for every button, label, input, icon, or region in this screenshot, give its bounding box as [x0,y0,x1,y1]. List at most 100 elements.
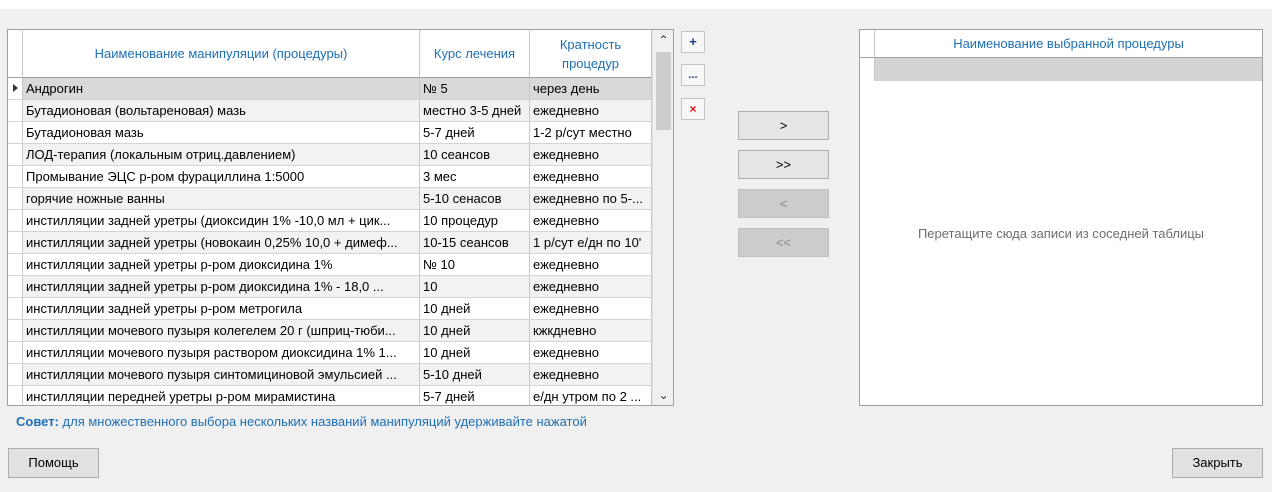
row-header[interactable] [8,386,23,405]
help-button[interactable]: Помощь [8,448,99,478]
row-header[interactable] [8,320,23,341]
table-row[interactable]: инстилляции мочевого пузыря колегелем 20… [8,320,652,342]
cell-frequency[interactable]: е/дн утром по 2 ... [530,386,652,405]
cell-name[interactable]: инстилляции задней уретры р-ром диоксиди… [23,254,420,275]
new-row-placeholder[interactable] [875,58,1262,81]
cell-name[interactable]: инстилляции задней уретры р-ром диоксиди… [23,276,420,297]
cell-name[interactable]: ЛОД-терапия (локальным отриц.давлением) [23,144,420,165]
table-row[interactable]: инстилляции задней уретры р-ром диоксиди… [8,276,652,298]
table-row[interactable]: инстилляции задней уретры (новокаин 0,25… [8,232,652,254]
cell-course[interactable]: 10 процедур [420,210,530,231]
row-header[interactable] [8,232,23,253]
cell-course[interactable]: местно 3-5 дней [420,100,530,121]
cell-frequency[interactable]: ежедневно [530,144,652,165]
scroll-up-icon[interactable]: ⌃ [653,30,673,50]
cell-course[interactable]: № 5 [420,78,530,99]
cell-course[interactable]: 10 [420,276,530,297]
cell-frequency[interactable]: через день [530,78,652,99]
tip-text: Совет: для множественного выбора несколь… [16,414,587,429]
cell-course[interactable]: 10 дней [420,298,530,319]
cell-course[interactable]: 5-7 дней [420,122,530,143]
table-row[interactable]: Бутадионовая мазь 5-7 дней 1-2 р/сут местн… [8,122,652,144]
cell-frequency[interactable]: ежедневно [530,298,652,319]
cell-name[interactable]: Промывание ЭЦС р-ром фурациллина 1:5000 [23,166,420,187]
cell-course[interactable]: 3 мес [420,166,530,187]
cell-course[interactable]: 10-15 сеансов [420,232,530,253]
row-header[interactable] [8,254,23,275]
cell-course[interactable]: 10 дней [420,342,530,363]
cell-name[interactable]: Андрогин [23,78,420,99]
row-header[interactable] [8,276,23,297]
delete-icon[interactable]: × [681,98,705,120]
cell-frequency[interactable]: ежедневно [530,210,652,231]
table-row[interactable]: ЛОД-терапия (локальным отриц.давлением) 1… [8,144,652,166]
selected-procedures-grid[interactable]: Наименование выбранной процедуры Перетащ… [859,29,1263,406]
column-header-course[interactable]: Курс лечения [420,30,530,78]
cell-course[interactable]: 5-10 дней [420,364,530,385]
column-header-selected-name[interactable]: Наименование выбранной процедуры [875,30,1262,58]
row-header[interactable] [8,122,23,143]
close-button[interactable]: Закрыть [1172,448,1263,478]
cell-name[interactable]: инстилляции задней уретры (диоксидин 1% … [23,210,420,231]
row-header[interactable] [8,210,23,231]
cell-name[interactable]: инстилляции передней уретры р-ром мирами… [23,386,420,405]
cell-name[interactable]: Бутадионовая мазь [23,122,420,143]
table-row[interactable]: Бутадионовая (вольтареновая) мазь местно … [8,100,652,122]
move-left-button[interactable]: < [738,189,829,218]
cell-frequency[interactable]: ежедневно [530,342,652,363]
scroll-thumb[interactable] [656,52,671,130]
table-row[interactable]: горячие ножные ванны 5-10 сенасов ежедневн… [8,188,652,210]
cell-course[interactable]: 10 дней [420,320,530,341]
cell-name[interactable]: инстилляции мочевого пузыря синтомицинов… [23,364,420,385]
table-row[interactable]: Промывание ЭЦС р-ром фурациллина 1:5000 3… [8,166,652,188]
table-row[interactable]: Андрогин № 5 через день [8,78,652,100]
table-row[interactable]: инстилляции задней уретры р-ром диоксиди… [8,254,652,276]
table-row[interactable]: инстилляции передней уретры р-ром мирами… [8,386,652,405]
row-header[interactable] [8,144,23,165]
cell-name[interactable]: инстилляции задней уретры (новокаин 0,25… [23,232,420,253]
scroll-down-icon[interactable]: ⌄ [653,385,673,405]
cell-course[interactable]: 10 сеансов [420,144,530,165]
column-header-frequency[interactable]: Кратность процедур [530,30,652,78]
table-row[interactable]: инстилляции задней уретры р-ром метрогил… [8,298,652,320]
cell-name[interactable]: Бутадионовая (вольтареновая) мазь [23,100,420,121]
cell-frequency[interactable]: ежедневно [530,166,652,187]
row-header [860,58,875,81]
cell-course[interactable]: № 10 [420,254,530,275]
row-header[interactable] [8,342,23,363]
edit-button[interactable]: ... [681,64,705,86]
cell-frequency[interactable]: ежедневно [530,364,652,385]
table-row[interactable]: инстилляции мочевого пузыря раствором ди… [8,342,652,364]
row-header[interactable] [8,78,23,99]
cell-name[interactable]: горячие ножные ванны [23,188,420,209]
current-row-arrow-icon [13,84,18,92]
row-header[interactable] [8,364,23,385]
cell-frequency[interactable]: ежедневно по 5-... [530,188,652,209]
row-header[interactable] [8,188,23,209]
table-row[interactable]: инстилляции мочевого пузыря синтомицинов… [8,364,652,386]
cell-frequency[interactable]: кжкдневно [530,320,652,341]
table-row[interactable]: инстилляции задней уретры (диоксидин 1% … [8,210,652,232]
cell-frequency[interactable]: ежедневно [530,254,652,275]
row-header[interactable] [8,166,23,187]
cell-course[interactable]: 5-7 дней [420,386,530,405]
move-all-right-button[interactable]: >> [738,150,829,179]
row-header[interactable] [8,100,23,121]
cell-name[interactable]: инстилляции мочевого пузыря раствором ди… [23,342,420,363]
move-all-left-button[interactable]: << [738,228,829,257]
column-header-name[interactable]: Наименование манипуляции (процедуры) [23,30,420,78]
row-header-corner [8,30,23,78]
cell-name[interactable]: инстилляции задней уретры р-ром метрогил… [23,298,420,319]
cell-frequency[interactable]: 1-2 р/сут местно [530,122,652,143]
cell-course[interactable]: 5-10 сенасов [420,188,530,209]
procedures-grid[interactable]: Наименование манипуляции (процедуры) Кур… [7,29,674,406]
cell-name[interactable]: инстилляции мочевого пузыря колегелем 20… [23,320,420,341]
vertical-scrollbar[interactable]: ⌃ ⌄ [652,30,673,405]
cell-frequency[interactable]: ежедневно [530,100,652,121]
row-header[interactable] [8,298,23,319]
add-button[interactable]: + [681,31,705,53]
move-right-button[interactable]: > [738,111,829,140]
drop-hint: Перетащите сюда записи из соседней табли… [917,226,1205,241]
cell-frequency[interactable]: ежедневно [530,276,652,297]
cell-frequency[interactable]: 1 р/сут е/дн по 10' [530,232,652,253]
